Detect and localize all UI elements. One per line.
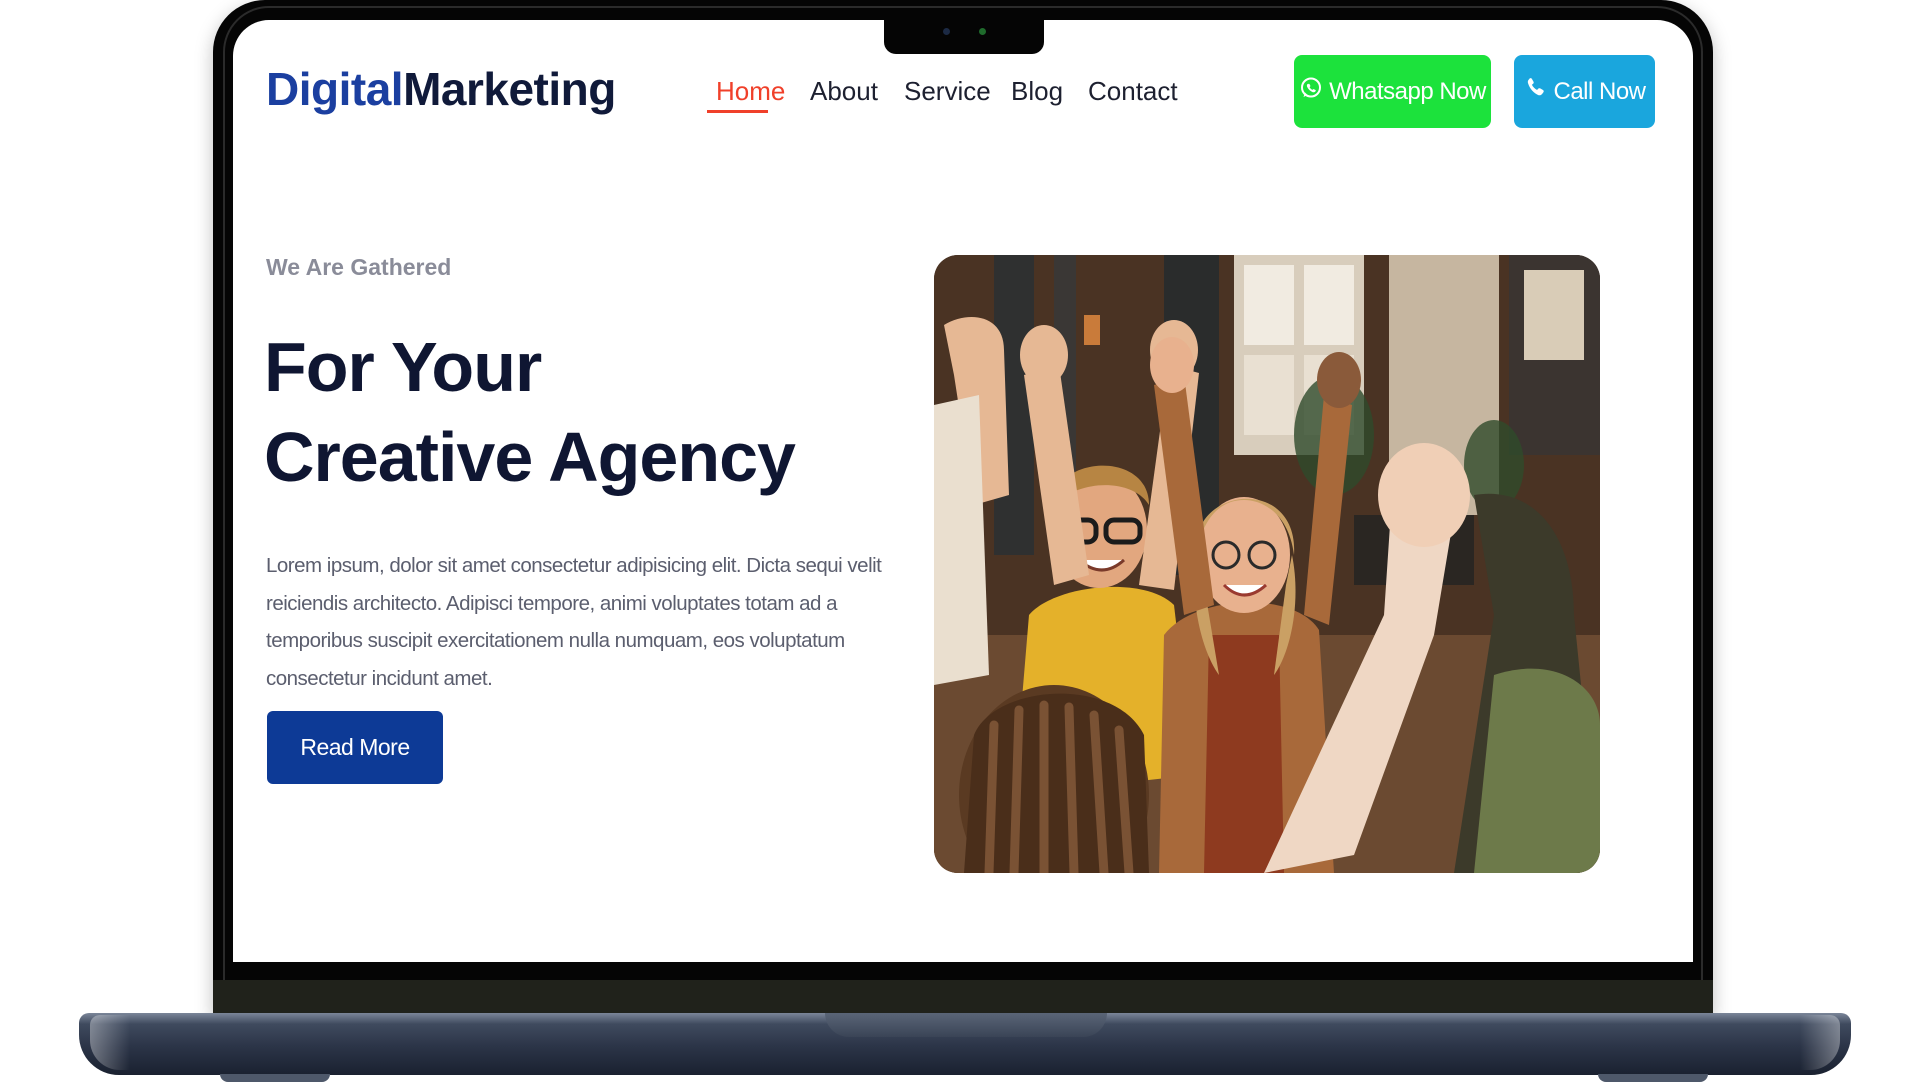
nav-about[interactable]: About — [810, 76, 878, 106]
camera-indicator — [979, 28, 986, 35]
logo-part-marketing: Marketing — [403, 63, 616, 115]
hero-eyebrow: We Are Gathered — [266, 254, 452, 280]
laptop-chin — [213, 980, 1713, 1015]
nav-blog[interactable]: Blog — [1011, 76, 1063, 106]
whatsapp-button[interactable]: Whatsapp Now — [1294, 55, 1491, 128]
whatsapp-icon — [1299, 76, 1323, 107]
nav-home[interactable]: Home — [716, 76, 785, 106]
phone-icon — [1523, 76, 1547, 107]
nav-contact[interactable]: Contact — [1088, 76, 1178, 106]
laptop-hinge-notch — [825, 1013, 1107, 1037]
hero-title: For Your Creative Agency — [264, 322, 796, 502]
call-button[interactable]: Call Now — [1514, 55, 1655, 128]
hero-image — [934, 255, 1600, 873]
logo-part-digital: Digital — [266, 63, 404, 115]
nav-service[interactable]: Service — [904, 76, 991, 106]
laptop-foot — [1598, 1074, 1708, 1082]
hero-description: Lorem ipsum, dolor sit amet consectetur … — [266, 554, 882, 690]
team-celebration-illustration — [934, 255, 1600, 873]
nav-active-underline — [707, 110, 768, 113]
read-more-button[interactable]: Read More — [267, 711, 443, 784]
whatsapp-button-label: Whatsapp Now — [1329, 77, 1486, 105]
camera-lens — [943, 28, 950, 35]
hero-title-line1: For Your — [264, 328, 542, 406]
camera-notch — [884, 18, 1044, 54]
laptop-foot — [220, 1074, 330, 1082]
call-button-label: Call Now — [1553, 77, 1646, 105]
site-logo[interactable]: DigitalMarketing — [266, 62, 616, 116]
hero-title-line2: Creative Agency — [264, 418, 796, 496]
